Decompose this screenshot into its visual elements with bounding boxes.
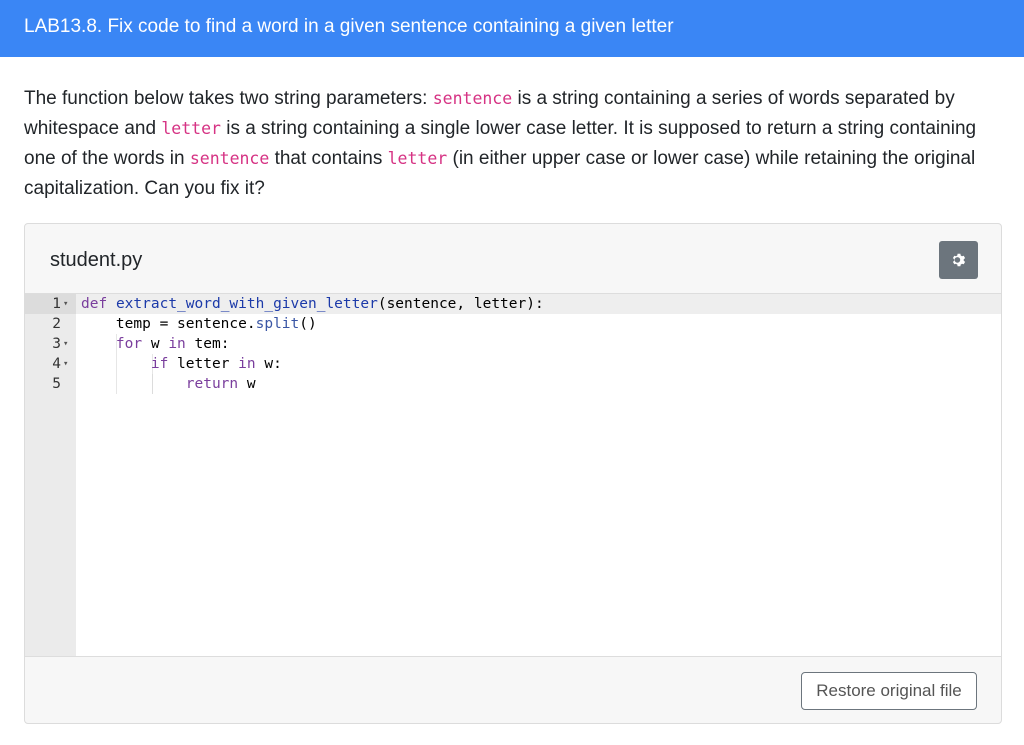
code-line[interactable]: 2 temp = sentence.split() (25, 314, 1001, 334)
problem-description: The function below takes two string para… (24, 84, 1009, 204)
code-text: if letter in w: (150, 356, 282, 372)
code-text: return w (185, 376, 256, 392)
code-sentence-2: sentence (189, 149, 270, 168)
code-panel: student.py 1 ▾ def extract_word_with_given… (24, 223, 1002, 724)
page-header: LAB13.8. Fix code to find a word in a gi… (0, 0, 1024, 57)
line-number: 5 (52, 376, 61, 392)
code-text: def extract_word_with_given_letter(sente… (81, 296, 544, 312)
code-text: for w in tem: (115, 336, 230, 352)
page-title: LAB13.8. Fix code to find a word in a gi… (24, 16, 674, 37)
code-line[interactable]: 4 ▾ if letter in w: (25, 354, 1001, 374)
code-editor[interactable]: 1 ▾ def extract_word_with_given_letter(sen… (25, 293, 1001, 657)
fold-toggle-icon[interactable]: ▾ (63, 294, 68, 314)
code-text: temp = sentence.split() (81, 316, 317, 332)
gear-icon (952, 253, 965, 267)
line-number: 1 (52, 296, 61, 312)
settings-button[interactable] (939, 241, 978, 279)
code-line[interactable]: 5 return w (25, 374, 1001, 394)
description-text-4: that contains (269, 148, 388, 169)
fold-toggle-icon[interactable]: ▾ (63, 354, 68, 374)
code-line[interactable]: 3 ▾ for w in tem: (25, 334, 1001, 354)
restore-original-file-button[interactable]: Restore original file (801, 672, 977, 710)
line-number: 4 (52, 356, 61, 372)
fold-toggle-icon[interactable]: ▾ (63, 334, 68, 354)
code-line[interactable]: 1 ▾ def extract_word_with_given_letter(sen… (25, 294, 1001, 314)
code-letter: letter (161, 119, 221, 138)
file-name: student.py (50, 249, 143, 271)
line-number: 3 (52, 336, 61, 352)
line-number: 2 (52, 316, 61, 332)
code-sentence: sentence (432, 89, 513, 108)
code-letter-2: letter (387, 149, 448, 168)
description-text-1: The function below takes two string para… (24, 88, 433, 109)
